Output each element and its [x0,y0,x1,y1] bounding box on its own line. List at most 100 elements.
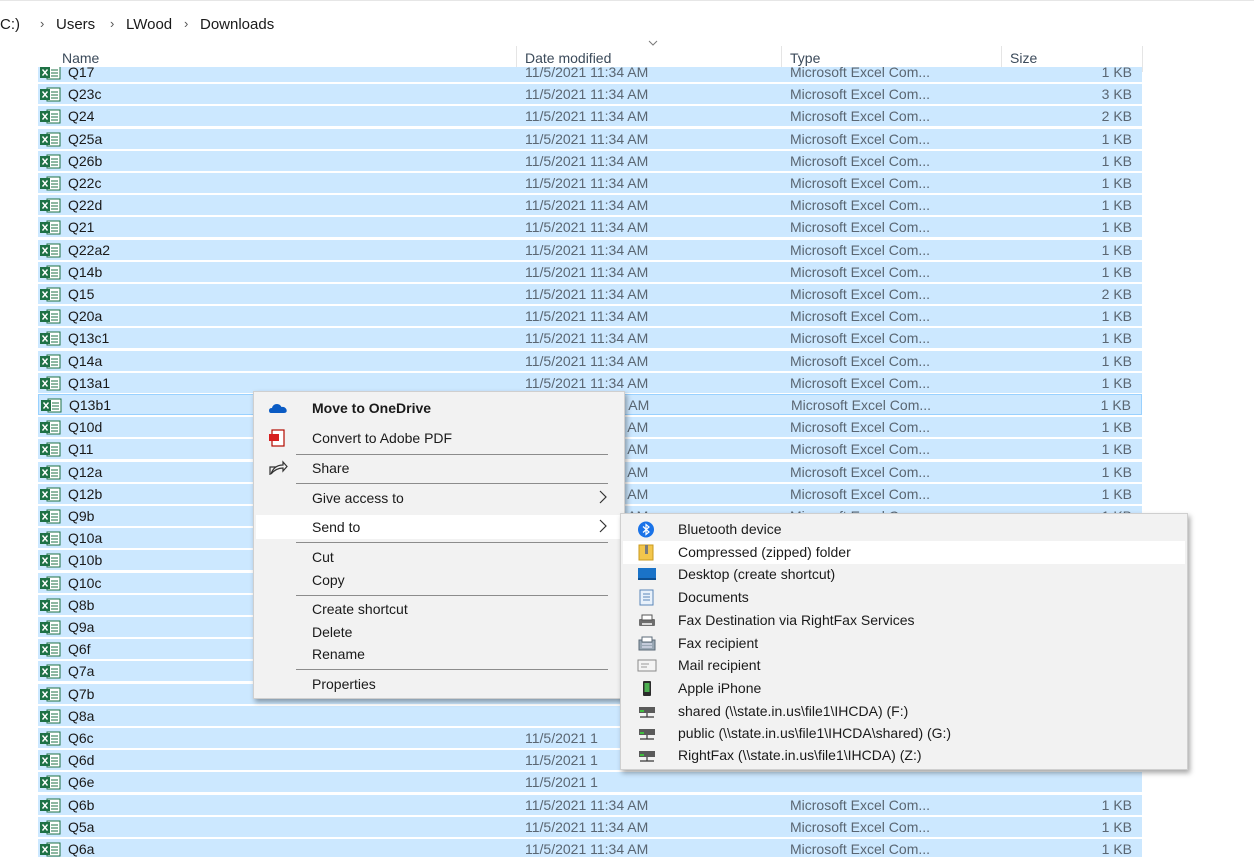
file-size: 1 KB [1101,330,1132,347]
menu-item-label: Create shortcut [312,601,408,617]
excel-file-icon [40,775,61,790]
send-to-submenu: Bluetooth device Compressed (zipped) fol… [620,513,1188,770]
file-name: Q6c [68,730,94,746]
excel-file-icon [40,243,61,258]
menu-item-delete[interactable]: Delete [256,620,622,644]
file-size: 1 KB [1101,796,1132,813]
submenu-item-label: Apple iPhone [678,680,762,696]
excel-file-icon [40,176,61,191]
file-name: Q22a2 [68,241,111,258]
file-size: 1 KB [1101,308,1132,325]
submenu-item-public-drive[interactable]: public (\\state.in.us\file1\IHCDA\shared… [623,722,1185,745]
menu-item-give-access-to[interactable]: Give access to [256,486,622,510]
menu-item-share[interactable]: Share [256,456,622,480]
breadcrumb-users[interactable]: Users [56,16,95,33]
breadcrumb-downloads[interactable]: Downloads [200,16,274,33]
excel-file-icon [40,265,61,280]
file-row[interactable]: Q22d 11/5/2021 11:34 AM Microsoft Excel Co… [38,194,1142,216]
submenu-item-rightfax-drive[interactable]: RightFax (\\state.in.us\file1\IHCDA) (Z:… [623,744,1185,767]
submenu-item-label: public (\\state.in.us\file1\IHCDA\shared… [678,725,952,741]
menu-item-move-to-onedrive[interactable]: Move to OneDrive [256,396,622,420]
file-name: Q15 [68,286,95,302]
file-row[interactable]: Q14a 11/5/2021 11:34 AM Microsoft Excel Co… [38,349,1142,371]
file-row[interactable]: Q22c 11/5/2021 11:34 AM Microsoft Excel Co… [38,172,1142,193]
breadcrumb-drive[interactable]: C:) [0,16,20,33]
menu-item-create-shortcut[interactable]: Create shortcut [256,597,622,621]
submenu-item-desktop[interactable]: Desktop (create shortcut) [623,563,1185,586]
menu-item-label: Delete [312,624,353,640]
file-name: Q9b [68,508,95,524]
file-row[interactable]: Q13a1 11/5/2021 11:34 AM Microsoft Excel C… [38,371,1142,393]
excel-file-icon [40,509,61,524]
file-row[interactable]: Q21 11/5/2021 11:34 AM Microsoft Excel Com… [38,216,1142,238]
submenu-item-label: Bluetooth device [678,521,782,537]
excel-file-icon [40,287,61,302]
file-row[interactable]: Q24 11/5/2021 11:34 AM Microsoft Excel Com… [38,105,1142,127]
file-row[interactable]: Q6b 11/5/2021 11:34 AM Microsoft Excel Com… [38,793,1142,815]
submenu-item-fax-destination[interactable]: Fax Destination via RightFax Services [623,609,1185,632]
file-name: Q20a [68,308,103,325]
file-size: 2 KB [1101,108,1132,125]
menu-item-convert-to-adobe-pdf[interactable]: Convert to Adobe PDF [256,426,622,450]
file-name: Q7a [68,663,95,680]
submenu-item-apple-iphone[interactable]: Apple iPhone [623,677,1185,700]
excel-file-icon [40,198,61,213]
onedrive-icon [269,404,287,413]
file-row[interactable]: Q15 11/5/2021 11:34 AM Microsoft Excel Com… [38,283,1142,304]
file-row[interactable]: Q17 11/5/2021 11:34 AM Microsoft Excel Com… [38,67,1142,82]
file-name: Q6e [68,774,95,791]
file-row[interactable]: Q22a2 11/5/2021 11:34 AM Microsoft Excel C… [38,238,1142,260]
menu-item-cut[interactable]: Cut [256,545,622,569]
file-row[interactable]: Q23c 11/5/2021 11:34 AM Microsoft Excel Co… [38,83,1142,105]
file-row[interactable]: Q26b 11/5/2021 11:34 AM Microsoft Excel Co… [38,149,1142,171]
file-row[interactable]: Q25a 11/5/2021 11:34 AM Microsoft Excel Co… [38,127,1142,149]
zip-folder-icon [638,544,654,561]
file-name: Q14a [68,352,103,369]
breadcrumb-lwood[interactable]: LWood [126,16,172,33]
address-bar[interactable]: C:) › Users › LWood › Downloads [0,0,1254,39]
file-name: Q10c [68,574,102,591]
file-type: Microsoft Excel Com... [790,463,931,480]
menu-item-label: Share [312,460,350,476]
file-row[interactable]: Q6e 11/5/2021 1 [38,771,1142,793]
file-date-modified: 11/5/2021 11:34 AM [525,130,649,147]
file-row[interactable]: Q13c1 11/5/2021 11:34 AM Microsoft Excel C… [38,327,1142,349]
desktop-icon [638,568,656,580]
submenu-item-compressed-folder[interactable]: Compressed (zipped) folder [623,541,1185,564]
submenu-item-mail-recipient[interactable]: Mail recipient [623,654,1185,677]
excel-file-icon [40,687,61,702]
chevron-right-icon: › [184,16,189,31]
excel-file-icon [40,154,61,169]
file-name: Q22c [68,175,102,191]
file-size: 1 KB [1101,219,1132,236]
excel-file-icon [40,620,61,635]
network-drive-icon [639,729,655,740]
submenu-item-shared-drive[interactable]: shared (\\state.in.us\file1\IHCDA) (F:) [623,700,1185,723]
file-row[interactable]: Q5a 11/5/2021 11:34 AM Microsoft Excel Com… [38,815,1142,837]
menu-item-properties[interactable]: Properties [256,672,622,696]
file-row[interactable]: Q6a 11/5/2021 11:34 AM Microsoft Excel Com… [38,838,1142,857]
file-row[interactable]: Q20a 11/5/2021 11:34 AM Microsoft Excel Co… [38,305,1142,327]
excel-file-icon [40,642,61,657]
column-divider[interactable] [1142,46,1143,72]
file-size: 1 KB [1101,67,1132,80]
menu-item-rename[interactable]: Rename [256,642,622,666]
menu-item-copy[interactable]: Copy [256,568,622,592]
submenu-item-fax-recipient[interactable]: Fax recipient [623,632,1185,655]
file-type: Microsoft Excel Com... [790,796,931,813]
file-name: Q8b [68,596,95,613]
file-row[interactable]: Q14b 11/5/2021 11:34 AM Microsoft Excel Co… [38,260,1142,282]
submenu-item-bluetooth-device[interactable]: Bluetooth device [623,518,1185,541]
submenu-item-documents[interactable]: Documents [623,586,1185,609]
excel-file-icon [40,531,61,546]
menu-item-send-to[interactable]: Send to [256,515,622,539]
chevron-right-icon [599,490,607,504]
file-name: Q6a [68,841,95,857]
file-date-modified: 11/5/2021 11:34 AM [525,263,649,280]
file-type: Microsoft Excel Com... [790,175,931,191]
file-size: 1 KB [1101,130,1132,147]
adobe-pdf-icon [269,429,285,447]
file-name: Q14b [68,263,103,280]
submenu-item-label: Fax Destination via RightFax Services [678,612,915,628]
file-name: Q7b [68,685,95,702]
